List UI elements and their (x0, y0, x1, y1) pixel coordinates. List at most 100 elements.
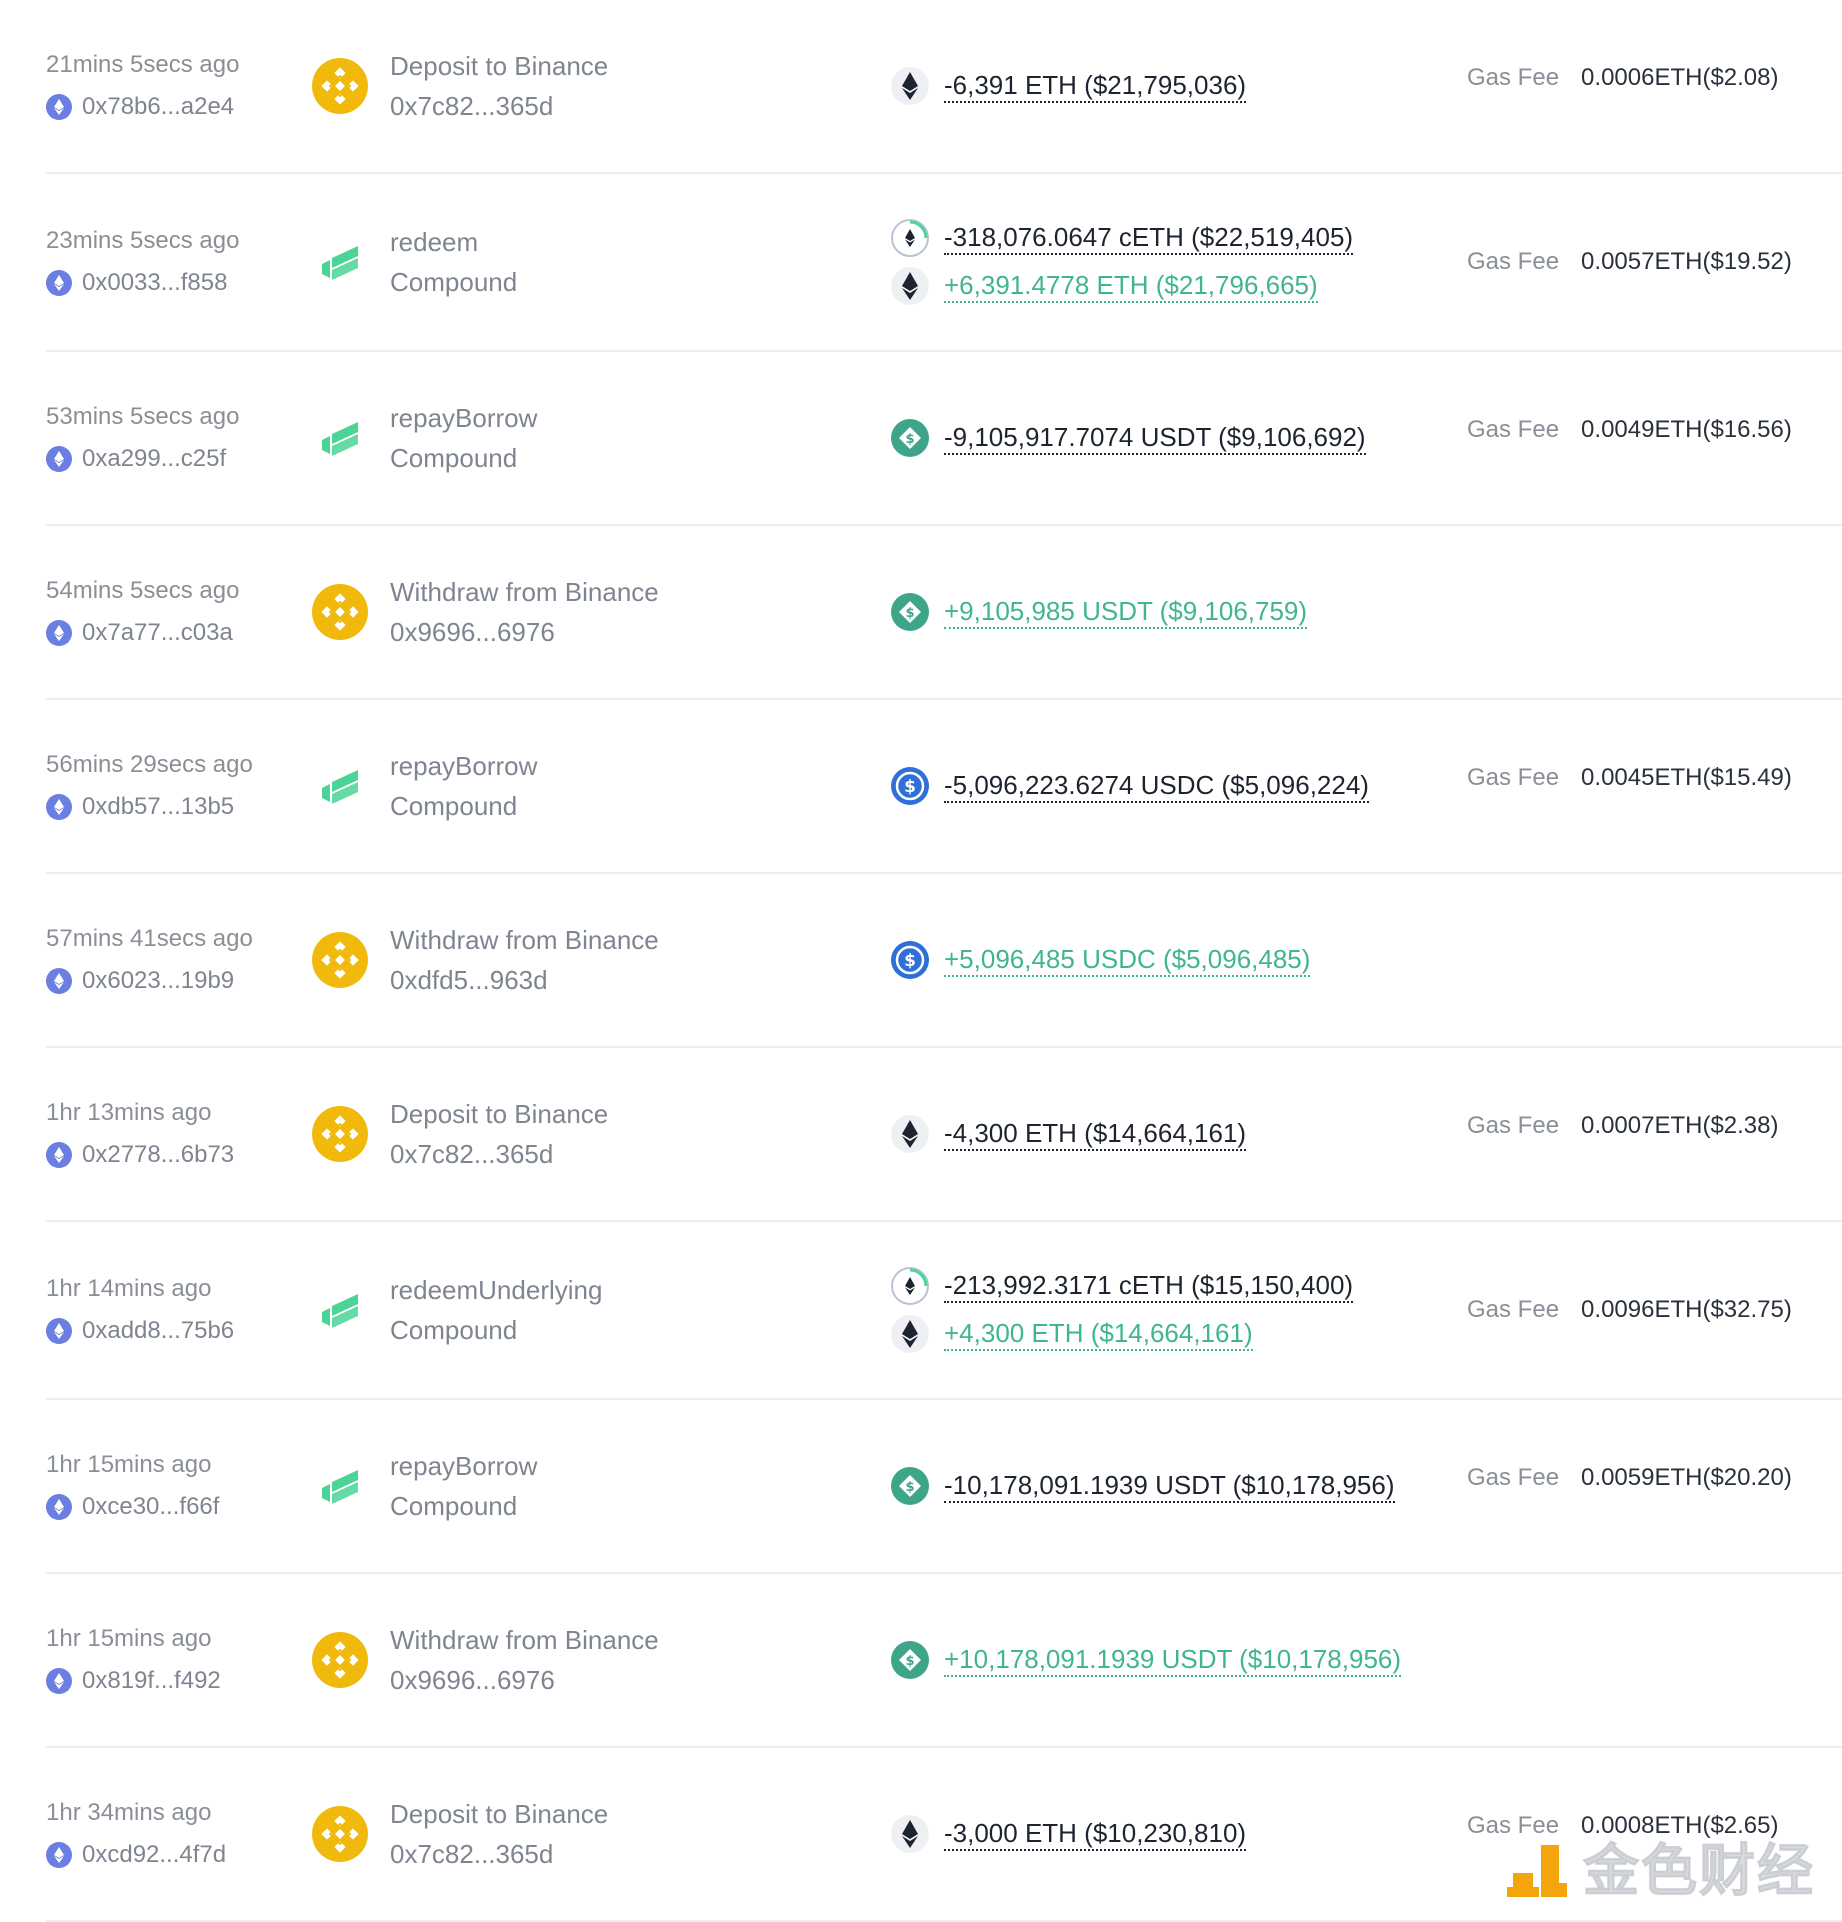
gas-fee-cell: Gas Fee 0.0008ETH($2.65) (1467, 1812, 1779, 1840)
tx-time: 1hr 13mins ago (46, 1099, 212, 1126)
tx-hash-link[interactable]: 0x819f...f492 (46, 1666, 306, 1696)
gas-fee-label: Gas Fee (1467, 1296, 1560, 1323)
binance-icon (312, 932, 368, 988)
token-amount-link[interactable]: -6,391 ETH ($21,795,036) (944, 69, 1247, 103)
tx-hash-link[interactable]: 0x6023...19b9 (46, 966, 306, 996)
tx-time: 1hr 15mins ago (46, 1625, 212, 1652)
amount-line: $ -9,105,917.7074 USDT ($9,106,692) (890, 414, 1450, 462)
action-name[interactable]: Deposit to Binance (390, 1794, 608, 1834)
action-name[interactable]: Withdraw from Binance (390, 1620, 659, 1660)
action-name[interactable]: redeemUnderlying (390, 1270, 602, 1310)
token-amount-link[interactable]: +5,096,485 USDC ($5,096,485) (944, 943, 1311, 977)
eth-badge-icon (46, 270, 72, 296)
tx-hash-link[interactable]: 0xcd92...4f7d (46, 1840, 306, 1870)
tx-hash[interactable]: 0xce30...f66f (82, 1492, 219, 1522)
amounts-cell: -3,000 ETH ($10,230,810) (890, 1810, 1450, 1858)
gas-fee-value: 0.0045ETH($15.49) (1581, 764, 1792, 792)
action-counterparty[interactable]: Compound (390, 1310, 602, 1350)
token-amount-link[interactable]: -4,300 ETH ($14,664,161) (944, 1117, 1247, 1151)
tx-hash[interactable]: 0xdb57...13b5 (82, 792, 234, 822)
tx-hash[interactable]: 0x6023...19b9 (82, 966, 234, 996)
time-cell: 54mins 5secs ago 0x7a77...c03a (46, 576, 306, 648)
amounts-cell: $ -9,105,917.7074 USDT ($9,106,692) (890, 414, 1450, 462)
action-counterparty[interactable]: 0x9696...6976 (390, 612, 659, 652)
action-counterparty[interactable]: 0x9696...6976 (390, 1660, 659, 1700)
gas-fee-cell: Gas Fee 0.0059ETH($20.20) (1467, 1464, 1792, 1492)
action-counterparty[interactable]: Compound (390, 262, 517, 302)
svg-text:$: $ (905, 606, 914, 621)
token-amount-link[interactable]: -10,178,091.1939 USDT ($10,178,956) (944, 1469, 1395, 1503)
gas-fee-label: Gas Fee (1467, 416, 1560, 444)
tx-hash-link[interactable]: 0x2778...6b73 (46, 1140, 306, 1170)
table-row: 1hr 15mins ago 0xce30...f66f repayBorrow Co… (46, 1400, 1842, 1574)
action-counterparty[interactable]: Compound (390, 1486, 537, 1526)
token-amount-link[interactable]: -3,000 ETH ($10,230,810) (944, 1817, 1247, 1851)
tx-hash-link[interactable]: 0x7a77...c03a (46, 618, 306, 648)
action-cell: Withdraw from Binance 0x9696...6976 (312, 1620, 872, 1700)
gas-fee-value: 0.0007ETH($2.38) (1581, 1112, 1779, 1140)
usdt-icon: $ (890, 592, 930, 632)
token-amount-link[interactable]: -318,076.0647 cETH ($22,519,405) (944, 221, 1354, 255)
token-amount-link[interactable]: +6,391.4778 ETH ($21,796,665) (944, 269, 1318, 303)
tx-hash[interactable]: 0xcd92...4f7d (82, 1840, 226, 1870)
action-counterparty[interactable]: Compound (390, 438, 537, 478)
action-name[interactable]: repayBorrow (390, 398, 537, 438)
gas-fee-cell: Gas Fee 0.0096ETH($32.75) (1467, 1296, 1792, 1324)
tx-hash[interactable]: 0x7a77...c03a (82, 618, 233, 648)
token-amount-link[interactable]: -213,992.3171 cETH ($15,150,400) (944, 1269, 1354, 1303)
action-name[interactable]: Withdraw from Binance (390, 920, 659, 960)
time-cell: 1hr 34mins ago 0xcd92...4f7d (46, 1798, 306, 1870)
tx-hash[interactable]: 0xa299...c25f (82, 444, 226, 474)
tx-hash-link[interactable]: 0xa299...c25f (46, 444, 306, 474)
action-name[interactable]: Deposit to Binance (390, 46, 608, 86)
amounts-cell: $ +5,096,485 USDC ($5,096,485) (890, 936, 1450, 984)
action-name[interactable]: Withdraw from Binance (390, 572, 659, 612)
token-amount-link[interactable]: -9,105,917.7074 USDT ($9,106,692) (944, 421, 1366, 455)
eth-icon (890, 66, 930, 106)
tx-hash[interactable]: 0x78b6...a2e4 (82, 92, 234, 122)
action-counterparty[interactable]: 0x7c82...365d (390, 1834, 608, 1874)
action-counterparty[interactable]: 0xdfd5...963d (390, 960, 659, 1000)
time-cell: 53mins 5secs ago 0xa299...c25f (46, 402, 306, 474)
amounts-cell: $ -5,096,223.6274 USDC ($5,096,224) (890, 762, 1450, 810)
gas-fee-cell: Gas Fee 0.0007ETH($2.38) (1467, 1112, 1779, 1140)
tx-time: 57mins 41secs ago (46, 925, 253, 952)
amounts-cell: -318,076.0647 cETH ($22,519,405) +6,391.4… (890, 214, 1450, 310)
token-amount-link[interactable]: +10,178,091.1939 USDT ($10,178,956) (944, 1643, 1402, 1677)
eth-badge-icon (46, 968, 72, 994)
amount-line: $ -5,096,223.6274 USDC ($5,096,224) (890, 762, 1450, 810)
eth-icon (890, 1314, 930, 1354)
action-name[interactable]: repayBorrow (390, 1446, 537, 1486)
action-cell: Withdraw from Binance 0x9696...6976 (312, 572, 872, 652)
tx-hash[interactable]: 0xadd8...75b6 (82, 1316, 234, 1346)
tx-hash-link[interactable]: 0xdb57...13b5 (46, 792, 306, 822)
eth-badge-icon (46, 94, 72, 120)
tx-hash-link[interactable]: 0x0033...f858 (46, 268, 306, 298)
action-name[interactable]: redeem (390, 222, 517, 262)
gas-fee-cell: Gas Fee 0.0057ETH($19.52) (1467, 248, 1792, 276)
tx-hash-link[interactable]: 0xce30...f66f (46, 1492, 306, 1522)
gas-fee-label: Gas Fee (1467, 1464, 1560, 1492)
token-amount-link[interactable]: +9,105,985 USDT ($9,106,759) (944, 595, 1308, 629)
tx-hash-link[interactable]: 0x78b6...a2e4 (46, 92, 306, 122)
tx-hash[interactable]: 0x0033...f858 (82, 268, 227, 298)
tx-hash[interactable]: 0x819f...f492 (82, 1666, 221, 1696)
action-counterparty[interactable]: 0x7c82...365d (390, 86, 608, 126)
token-amount-link[interactable]: -5,096,223.6274 USDC ($5,096,224) (944, 769, 1369, 803)
tx-hash[interactable]: 0x2778...6b73 (82, 1140, 234, 1170)
amount-line: $ +5,096,485 USDC ($5,096,485) (890, 936, 1450, 984)
action-cell: redeem Compound (312, 222, 872, 302)
amount-line: -4,300 ETH ($14,664,161) (890, 1110, 1450, 1158)
action-counterparty[interactable]: Compound (390, 786, 537, 826)
action-name[interactable]: Deposit to Binance (390, 1094, 608, 1134)
table-row: 57mins 41secs ago 0x6023...19b9 Withdraw f… (46, 874, 1842, 1048)
gas-fee-label: Gas Fee (1467, 764, 1560, 792)
watermark-text: 金色财经 (1583, 1839, 1815, 1904)
tx-time: 23mins 5secs ago (46, 227, 240, 254)
action-name[interactable]: repayBorrow (390, 746, 537, 786)
token-amount-link[interactable]: +4,300 ETH ($14,664,161) (944, 1317, 1253, 1351)
eth-icon (890, 1114, 930, 1154)
jinse-logo-icon (1505, 1843, 1569, 1901)
tx-hash-link[interactable]: 0xadd8...75b6 (46, 1316, 306, 1346)
action-counterparty[interactable]: 0x7c82...365d (390, 1134, 608, 1174)
